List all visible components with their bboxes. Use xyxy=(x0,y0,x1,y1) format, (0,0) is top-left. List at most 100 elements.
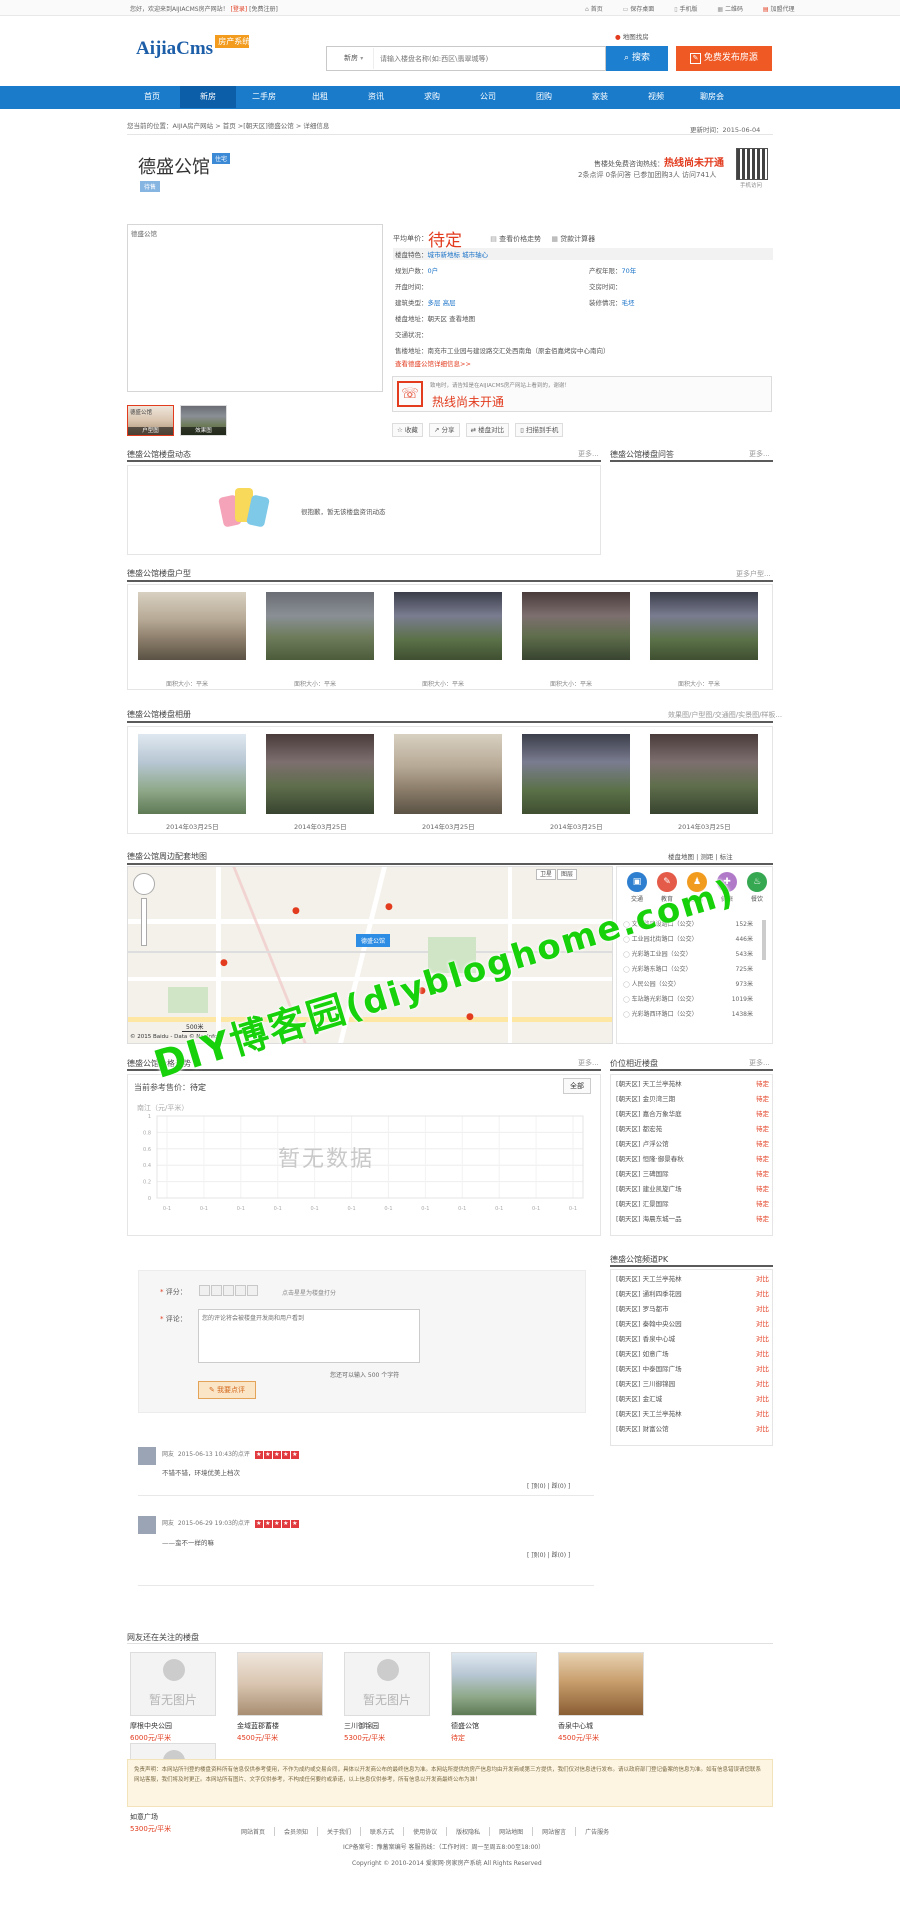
favorite-button[interactable]: ☆ 收藏 xyxy=(392,423,423,437)
footer-link[interactable]: 关于我们 xyxy=(318,1827,362,1836)
watching-image[interactable]: 暂无图片 xyxy=(130,1652,216,1716)
price-trend-more[interactable]: 更多... xyxy=(578,1058,599,1068)
nav-decor[interactable]: 家装 xyxy=(572,86,628,108)
nav-rent[interactable]: 出租 xyxy=(292,86,348,108)
album-more[interactable]: 效果图/户型图/交通图/实景图/样板... xyxy=(668,710,782,720)
thumb-layout[interactable]: 德盛公馆 户型图 xyxy=(127,405,174,436)
thumb-render[interactable]: 效果图 xyxy=(180,405,227,436)
search-button[interactable]: ⌕ 搜索 xyxy=(606,46,668,71)
layout-more[interactable]: 更多户型... xyxy=(736,569,771,579)
poi-tab-life[interactable]: ♟ 生活 xyxy=(682,872,712,903)
poi-item[interactable]: ◯ 光彩路西环路口（公交） 1438米 xyxy=(623,1007,753,1022)
agency-link[interactable]: ▤ 加盟代理 xyxy=(763,6,795,13)
pk-item[interactable]: [朝天区] 中泰国际广场 对比 xyxy=(616,1362,769,1377)
nav-talk[interactable]: 聊房会 xyxy=(684,86,740,108)
footer-link[interactable]: 网站留言 xyxy=(533,1827,577,1836)
pk-item[interactable]: [朝天区] 罗马都市 对比 xyxy=(616,1302,769,1317)
album-image-4[interactable] xyxy=(522,734,630,814)
pk-item[interactable]: [朝天区] 通利四季花园 对比 xyxy=(616,1287,769,1302)
map-canvas[interactable] xyxy=(127,866,613,1044)
nav-wanted[interactable]: 求购 xyxy=(404,86,460,108)
layout-image-5[interactable] xyxy=(650,592,758,660)
pk-item[interactable]: [朝天区] 秦翰中央公园 对比 xyxy=(616,1317,769,1332)
watching-item[interactable]: 香泉中心城 4500元/平米 xyxy=(558,1652,665,1743)
nearby-item[interactable]: [朝天区] 汇景国际 待定 xyxy=(616,1197,769,1212)
nav-home[interactable]: 首页 xyxy=(124,86,180,108)
loan-calculator-link[interactable]: ▦ 贷款计算器 xyxy=(551,235,595,243)
map-search-link[interactable]: ● 地图找房 xyxy=(615,31,649,41)
comment-vote[interactable]: [ 顶(0) | 踩(0) ] xyxy=(527,1481,570,1490)
watching-item[interactable]: 金域蓝郡蓄楼 4500元/平米 xyxy=(237,1652,344,1743)
search-type-select[interactable]: 新房 ▾ xyxy=(328,48,374,69)
watching-name[interactable]: 德盛公馆 xyxy=(451,1721,558,1731)
watching-item[interactable]: 暂无图片 三川御锦园 5300元/平米 xyxy=(344,1652,451,1743)
save-desktop-link[interactable]: ▭ 保存桌面 xyxy=(623,6,655,13)
footer-link[interactable]: 联系方式 xyxy=(361,1827,405,1836)
pk-item[interactable]: [朝天区] 香泉中心城 对比 xyxy=(616,1332,769,1347)
comment-vote[interactable]: [ 顶(0) | 踩(0) ] xyxy=(527,1550,570,1559)
pk-item[interactable]: [朝天区] 金汇城 对比 xyxy=(616,1392,769,1407)
watching-item[interactable]: 德盛公馆 待定 xyxy=(451,1652,558,1743)
map-tool-mark[interactable]: 标注 xyxy=(720,853,733,861)
album-image-2[interactable] xyxy=(266,734,374,814)
property-marker[interactable]: 德盛公馆 xyxy=(356,934,391,947)
footer-link[interactable]: 版权隐私 xyxy=(447,1827,491,1836)
pk-item[interactable]: [朝天区] 财富公馆 对比 xyxy=(616,1422,769,1437)
watching-name[interactable]: 摩根中央公园 xyxy=(130,1721,237,1731)
nearby-item[interactable]: [朝天区] 卢浮公馆 待定 xyxy=(616,1137,769,1152)
pk-item[interactable]: [朝天区] 天工兰亭苑林 对比 xyxy=(616,1407,769,1422)
nav-company[interactable]: 公司 xyxy=(460,86,516,108)
map-zoom-slider[interactable] xyxy=(141,898,147,946)
poi-tab-traffic[interactable]: ▣ 交通 xyxy=(622,872,652,903)
nearby-item[interactable]: [朝天区] 海晨东城一品 待定 xyxy=(616,1212,769,1227)
main-image[interactable]: 德盛公馆 xyxy=(127,224,383,392)
qa-more[interactable]: 更多... xyxy=(749,449,770,459)
pk-item[interactable]: [朝天区] 如意广场 对比 xyxy=(616,1347,769,1362)
album-image-5[interactable] xyxy=(650,734,758,814)
nearby-item[interactable]: [朝天区] 三碑国际 待定 xyxy=(616,1167,769,1182)
news-more[interactable]: 更多... xyxy=(578,449,599,459)
watching-item[interactable]: 暂无图片 摩根中央公园 6000元/平米 xyxy=(130,1652,237,1743)
poi-tab-health[interactable]: ✚ 健康 xyxy=(712,872,742,903)
nav-groupbuy[interactable]: 团购 xyxy=(516,86,572,108)
poi-tab-dining[interactable]: ♨ 餐饮 xyxy=(742,872,772,903)
layout-image-1[interactable] xyxy=(138,592,246,660)
submit-review-button[interactable]: ✎ 我要点评 xyxy=(198,1381,256,1399)
range-button[interactable]: 全部 xyxy=(563,1078,591,1094)
watching-image[interactable]: 暂无图片 xyxy=(344,1652,430,1716)
nearby-item[interactable]: [朝天区] 都宏苑 待定 xyxy=(616,1122,769,1137)
watching-name[interactable]: 香泉中心城 xyxy=(558,1721,665,1731)
layout-image-2[interactable] xyxy=(266,592,374,660)
publish-button[interactable]: ✎ 免费发布房源 xyxy=(676,46,772,71)
nav-newhouse[interactable]: 新房 xyxy=(180,86,236,108)
view-map-link[interactable]: 朝天区 查看地图 xyxy=(428,315,476,323)
map-zoom-control[interactable] xyxy=(133,873,155,895)
mobile-link[interactable]: ▯ 手机版 xyxy=(674,6,697,13)
watching-image[interactable] xyxy=(451,1652,537,1716)
nearby-more[interactable]: 更多... xyxy=(749,1058,770,1068)
scan-mobile-button[interactable]: ▯ 扫描到手机 xyxy=(515,423,564,437)
map-tool-ruler[interactable]: 测距 xyxy=(700,853,713,861)
album-image-1[interactable] xyxy=(138,734,246,814)
register-link[interactable]: [免费注册] xyxy=(249,6,278,13)
footer-link[interactable]: 广告服务 xyxy=(576,1827,618,1836)
watching-image[interactable] xyxy=(558,1652,644,1716)
footer-link[interactable]: 网站首页 xyxy=(232,1827,276,1836)
login-link[interactable]: [登录] xyxy=(231,6,248,13)
poi-item[interactable]: ◯ 人民公园（公交） 973米 xyxy=(623,977,753,992)
nav-video[interactable]: 视频 xyxy=(628,86,684,108)
nearby-item[interactable]: [朝天区] 嘉合万象华庭 待定 xyxy=(616,1107,769,1122)
satellite-button[interactable]: 卫星 xyxy=(536,869,557,880)
layer-button[interactable]: 图层 xyxy=(557,869,578,880)
poi-tab-education[interactable]: ✎ 教育 xyxy=(652,872,682,903)
nearby-item[interactable]: [朝天区] 金贝湾三期 待定 xyxy=(616,1092,769,1107)
layout-image-3[interactable] xyxy=(394,592,502,660)
poi-item[interactable]: ◯ 工业园北街路口（公交） 446米 xyxy=(623,932,753,947)
pk-item[interactable]: [朝天区] 三川御锦园 对比 xyxy=(616,1377,769,1392)
logo[interactable]: AijiaCms 房产系统 xyxy=(136,35,250,60)
share-button[interactable]: ↗ 分享 xyxy=(428,423,460,437)
compare-button[interactable]: ⇄ 楼盘对比 xyxy=(465,423,510,437)
comment-textarea[interactable] xyxy=(198,1309,420,1363)
poi-item[interactable]: ◯ 光彩路东路口（公交） 725米 xyxy=(623,962,753,977)
poi-item[interactable]: ◯ 文化路建设路口（公交） 152米 xyxy=(623,917,753,932)
